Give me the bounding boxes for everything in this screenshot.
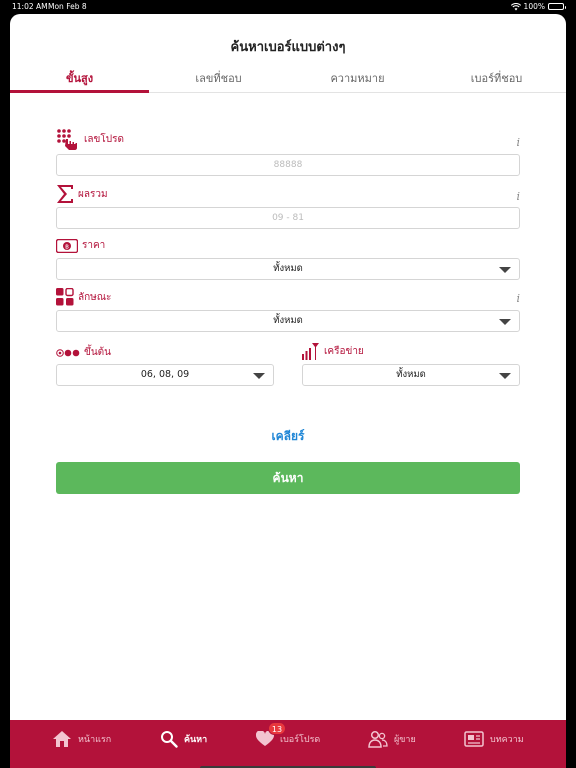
network-select-value: ทั้งหมด: [396, 369, 426, 380]
favorite-number-input[interactable]: 88888: [56, 154, 520, 176]
prefix-label: ขึ้นต้น: [84, 347, 112, 358]
favorite-number-info-icon[interactable]: i: [516, 136, 520, 149]
prefix-select[interactable]: 06, 08, 09: [56, 364, 274, 386]
favorite-number-label-row: เลขโปรด: [56, 128, 124, 150]
search-icon: [161, 731, 178, 748]
favorite-number-label: เลขโปรด: [84, 133, 124, 145]
prefix-label-row: ขึ้นต้น: [56, 345, 111, 360]
svg-text:฿: ฿: [65, 243, 69, 250]
chevron-down-icon: [499, 319, 511, 325]
network-label: เครือข่าย: [324, 345, 364, 357]
chevron-down-icon: [499, 267, 511, 273]
nav-favorites-label: เบอร์โปรด: [280, 735, 321, 745]
sum-info-icon[interactable]: i: [516, 190, 520, 203]
clear-button[interactable]: เคลียร์: [10, 427, 566, 446]
pattern-grid-icon: [56, 288, 74, 306]
wifi-icon: [510, 2, 521, 10]
nav-search[interactable]: ค้นหา: [160, 720, 207, 758]
nav-articles-label: บทความ: [490, 735, 524, 745]
nav-sellers[interactable]: ผู้ขาย: [368, 720, 416, 758]
nav-home[interactable]: หน้าแรก: [52, 720, 111, 758]
money-icon: ฿: [56, 238, 78, 253]
sigma-icon: [57, 185, 73, 203]
prefix-select-value: 06, 08, 09: [140, 369, 190, 380]
tab-bar: ขั้นสูง เลขที่ชอบ ความหมาย เบอร์ที่ชอบ: [10, 64, 566, 93]
chevron-down-icon: [499, 373, 511, 379]
network-label-row: เครือข่าย: [302, 342, 364, 360]
status-date: Mon Feb 8: [48, 2, 87, 11]
status-time: 11:02 AM: [12, 2, 48, 11]
nav-search-label: ค้นหา: [184, 735, 208, 745]
page-title: ค้นหาเบอร์แบบต่างๆ: [230, 40, 346, 55]
bottom-nav: หน้าแรก ค้นหา เบอร์โปรด 13 ผู้ขาย บทความ: [10, 720, 566, 768]
sum-label-row: ผลรวม: [56, 184, 108, 204]
status-right: 100%: [510, 2, 566, 11]
favorites-count-badge: 13: [268, 722, 286, 735]
prefix-dots-icon: [56, 348, 80, 357]
search-sheet: ค้นหาเบอร์แบบต่างๆ ขั้นสูง เลขที่ชอบ ควา…: [10, 14, 566, 768]
sum-label: ผลรวม: [78, 188, 108, 200]
nav-sellers-label: ผู้ขาย: [394, 735, 416, 745]
search-button[interactable]: ค้นหา: [56, 462, 520, 494]
signal-antenna-icon: [302, 343, 319, 360]
sellers-icon: [368, 730, 388, 748]
pattern-label-row: ลักษณะ: [56, 288, 111, 306]
battery-percent: 100%: [523, 2, 545, 11]
price-label: ราคา: [82, 240, 106, 251]
tab-favorite-numbers[interactable]: เบอร์ที่ชอบ: [427, 64, 566, 93]
pattern-info-icon[interactable]: i: [516, 292, 520, 305]
status-bar: 11:02 AM Mon Feb 8 100%: [0, 0, 576, 14]
tab-advanced[interactable]: ขั้นสูง: [10, 64, 149, 93]
pattern-select[interactable]: ทั้งหมด: [56, 310, 520, 332]
tab-meaning[interactable]: ความหมาย: [288, 64, 427, 93]
tab-favorite-digits[interactable]: เลขที่ชอบ: [149, 64, 288, 93]
sum-input[interactable]: 09 - 81: [56, 207, 520, 229]
pattern-select-value: ทั้งหมด: [273, 315, 303, 326]
home-icon: [53, 731, 71, 747]
nav-articles[interactable]: บทความ: [464, 720, 524, 758]
chevron-down-icon: [253, 373, 265, 379]
network-select[interactable]: ทั้งหมด: [302, 364, 520, 386]
battery-icon: [548, 3, 566, 10]
price-select-value: ทั้งหมด: [273, 263, 303, 274]
price-label-row: ฿ ราคา: [56, 238, 105, 253]
nav-favorites[interactable]: เบอร์โปรด: [256, 720, 320, 758]
nav-home-label: หน้าแรก: [78, 735, 112, 745]
price-select[interactable]: ทั้งหมด: [56, 258, 520, 280]
pattern-label: ลักษณะ: [78, 291, 112, 303]
article-icon: [464, 731, 484, 747]
keypad-hand-icon: [57, 129, 77, 150]
